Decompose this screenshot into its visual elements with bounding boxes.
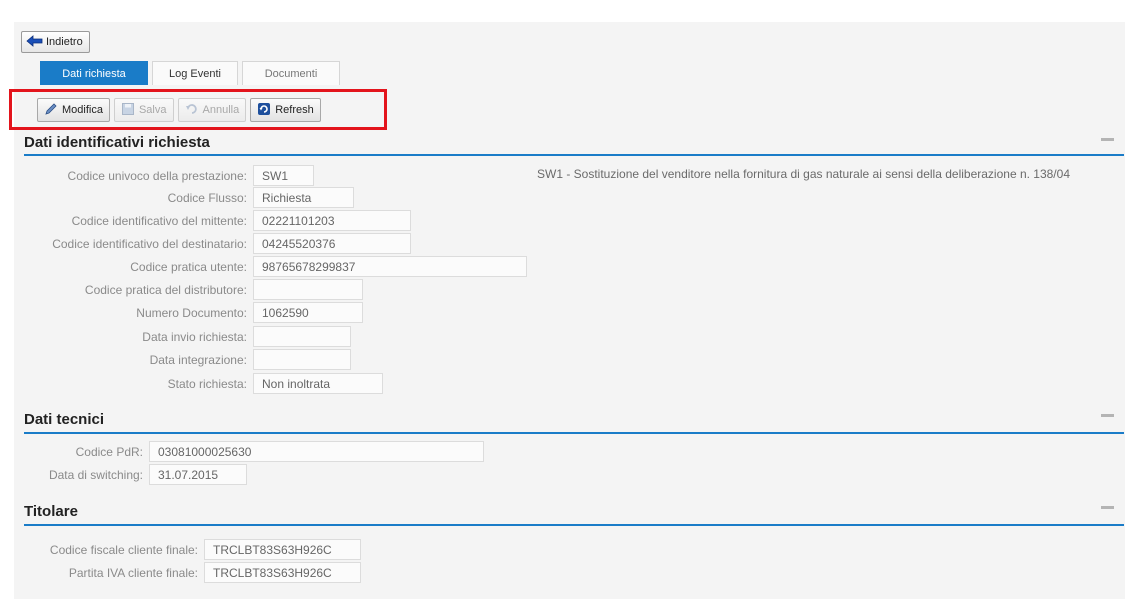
salva-button[interactable]: Salva xyxy=(113,98,174,122)
collapse-icon[interactable] xyxy=(1101,506,1114,509)
action-toolbar: Modifica Salva Annulla Refresh xyxy=(37,98,321,122)
arrow-left-icon xyxy=(26,34,43,50)
field-row: Data di switching: 31.07.2015 xyxy=(24,464,247,485)
field-row: Codice fiscale cliente finale: TRCLBT83S… xyxy=(24,539,361,560)
back-button-label: Indietro xyxy=(46,36,83,48)
tab-documenti[interactable]: Documenti xyxy=(242,61,340,85)
undo-icon xyxy=(185,102,199,119)
field-value: 98765678299837 xyxy=(253,256,527,277)
collapse-icon[interactable] xyxy=(1101,138,1114,141)
field-label: Stato richiesta: xyxy=(167,376,247,391)
field-row: Codice Flusso: Richiesta xyxy=(24,187,354,208)
section-divider xyxy=(24,432,1124,434)
section-divider xyxy=(24,154,1124,156)
field-label: Data invio richiesta: xyxy=(142,329,247,344)
field-label: Data di switching: xyxy=(48,467,143,482)
tab-log-eventi[interactable]: Log Eventi xyxy=(152,61,238,85)
field-row: Numero Documento: 1062590 xyxy=(24,302,363,323)
modifica-button[interactable]: Modifica xyxy=(37,98,110,122)
field-row: Codice identificativo del mittente: 0222… xyxy=(24,210,411,231)
field-row: Codice pratica del distributore: xyxy=(24,279,363,300)
refresh-label: Refresh xyxy=(275,104,314,116)
field-value xyxy=(253,279,363,300)
field-label: Codice pratica del distributore: xyxy=(84,282,247,297)
field-label: Codice univoco della prestazione: xyxy=(67,168,247,183)
tab-dati-richiesta[interactable]: Dati richiesta xyxy=(40,61,148,85)
field-label: Codice identificativo del mittente: xyxy=(71,213,247,228)
salva-label: Salva xyxy=(138,104,167,116)
field-label: Codice identificativo del destinatario: xyxy=(52,236,247,251)
field-label: Codice PdR: xyxy=(75,444,143,459)
field-label: Partita IVA cliente finale: xyxy=(68,565,198,580)
field-value xyxy=(253,326,351,347)
field-label: Codice Flusso: xyxy=(167,190,247,205)
field-label: Codice pratica utente: xyxy=(130,259,247,274)
save-icon xyxy=(121,102,135,119)
field-row: Data invio richiesta: xyxy=(24,326,351,347)
field-value: SW1 xyxy=(253,165,314,186)
field-label: Data integrazione: xyxy=(149,352,247,367)
field-value: 31.07.2015 xyxy=(149,464,247,485)
section-title-dati-tecnici: Dati tecnici xyxy=(24,411,105,428)
field-value: 03081000025630 xyxy=(149,441,484,462)
field-row: Codice pratica utente: 98765678299837 xyxy=(24,256,527,277)
pencil-icon xyxy=(44,102,58,119)
field-value: 02221101203 xyxy=(253,210,411,231)
refresh-button[interactable]: Refresh xyxy=(250,98,321,122)
field-value: TRCLBT83S63H926C xyxy=(204,539,361,560)
field-label: Codice fiscale cliente finale: xyxy=(49,542,198,557)
field-value: 04245520376 xyxy=(253,233,411,254)
field-value xyxy=(253,349,351,370)
modifica-label: Modifica xyxy=(62,104,103,116)
field-row: Codice identificativo del destinatario: … xyxy=(24,233,411,254)
field-value: TRCLBT83S63H926C xyxy=(204,562,361,583)
prestazione-description: SW1 - Sostituzione del venditore nella f… xyxy=(537,167,1070,181)
field-row: Stato richiesta: Non inoltrata xyxy=(24,373,383,394)
field-value: 1062590 xyxy=(253,302,363,323)
field-row: Data integrazione: xyxy=(24,349,351,370)
field-row: Codice univoco della prestazione: SW1 xyxy=(24,165,314,186)
section-divider xyxy=(24,524,1124,526)
annulla-label: Annulla xyxy=(202,104,240,116)
field-value: Non inoltrata xyxy=(253,373,383,394)
section-title-titolare: Titolare xyxy=(24,503,78,520)
back-button[interactable]: Indietro xyxy=(21,31,90,53)
field-label: Numero Documento: xyxy=(136,305,247,320)
refresh-icon xyxy=(257,102,271,119)
field-row: Codice PdR: 03081000025630 xyxy=(24,441,484,462)
collapse-icon[interactable] xyxy=(1101,414,1114,417)
field-value: Richiesta xyxy=(253,187,354,208)
tab-bar: Dati richiesta Log Eventi Documenti xyxy=(40,61,340,85)
section-title-dati-identificativi: Dati identificativi richiesta xyxy=(24,134,210,151)
annulla-button[interactable]: Annulla xyxy=(177,98,247,122)
field-row: Partita IVA cliente finale: TRCLBT83S63H… xyxy=(24,562,361,583)
